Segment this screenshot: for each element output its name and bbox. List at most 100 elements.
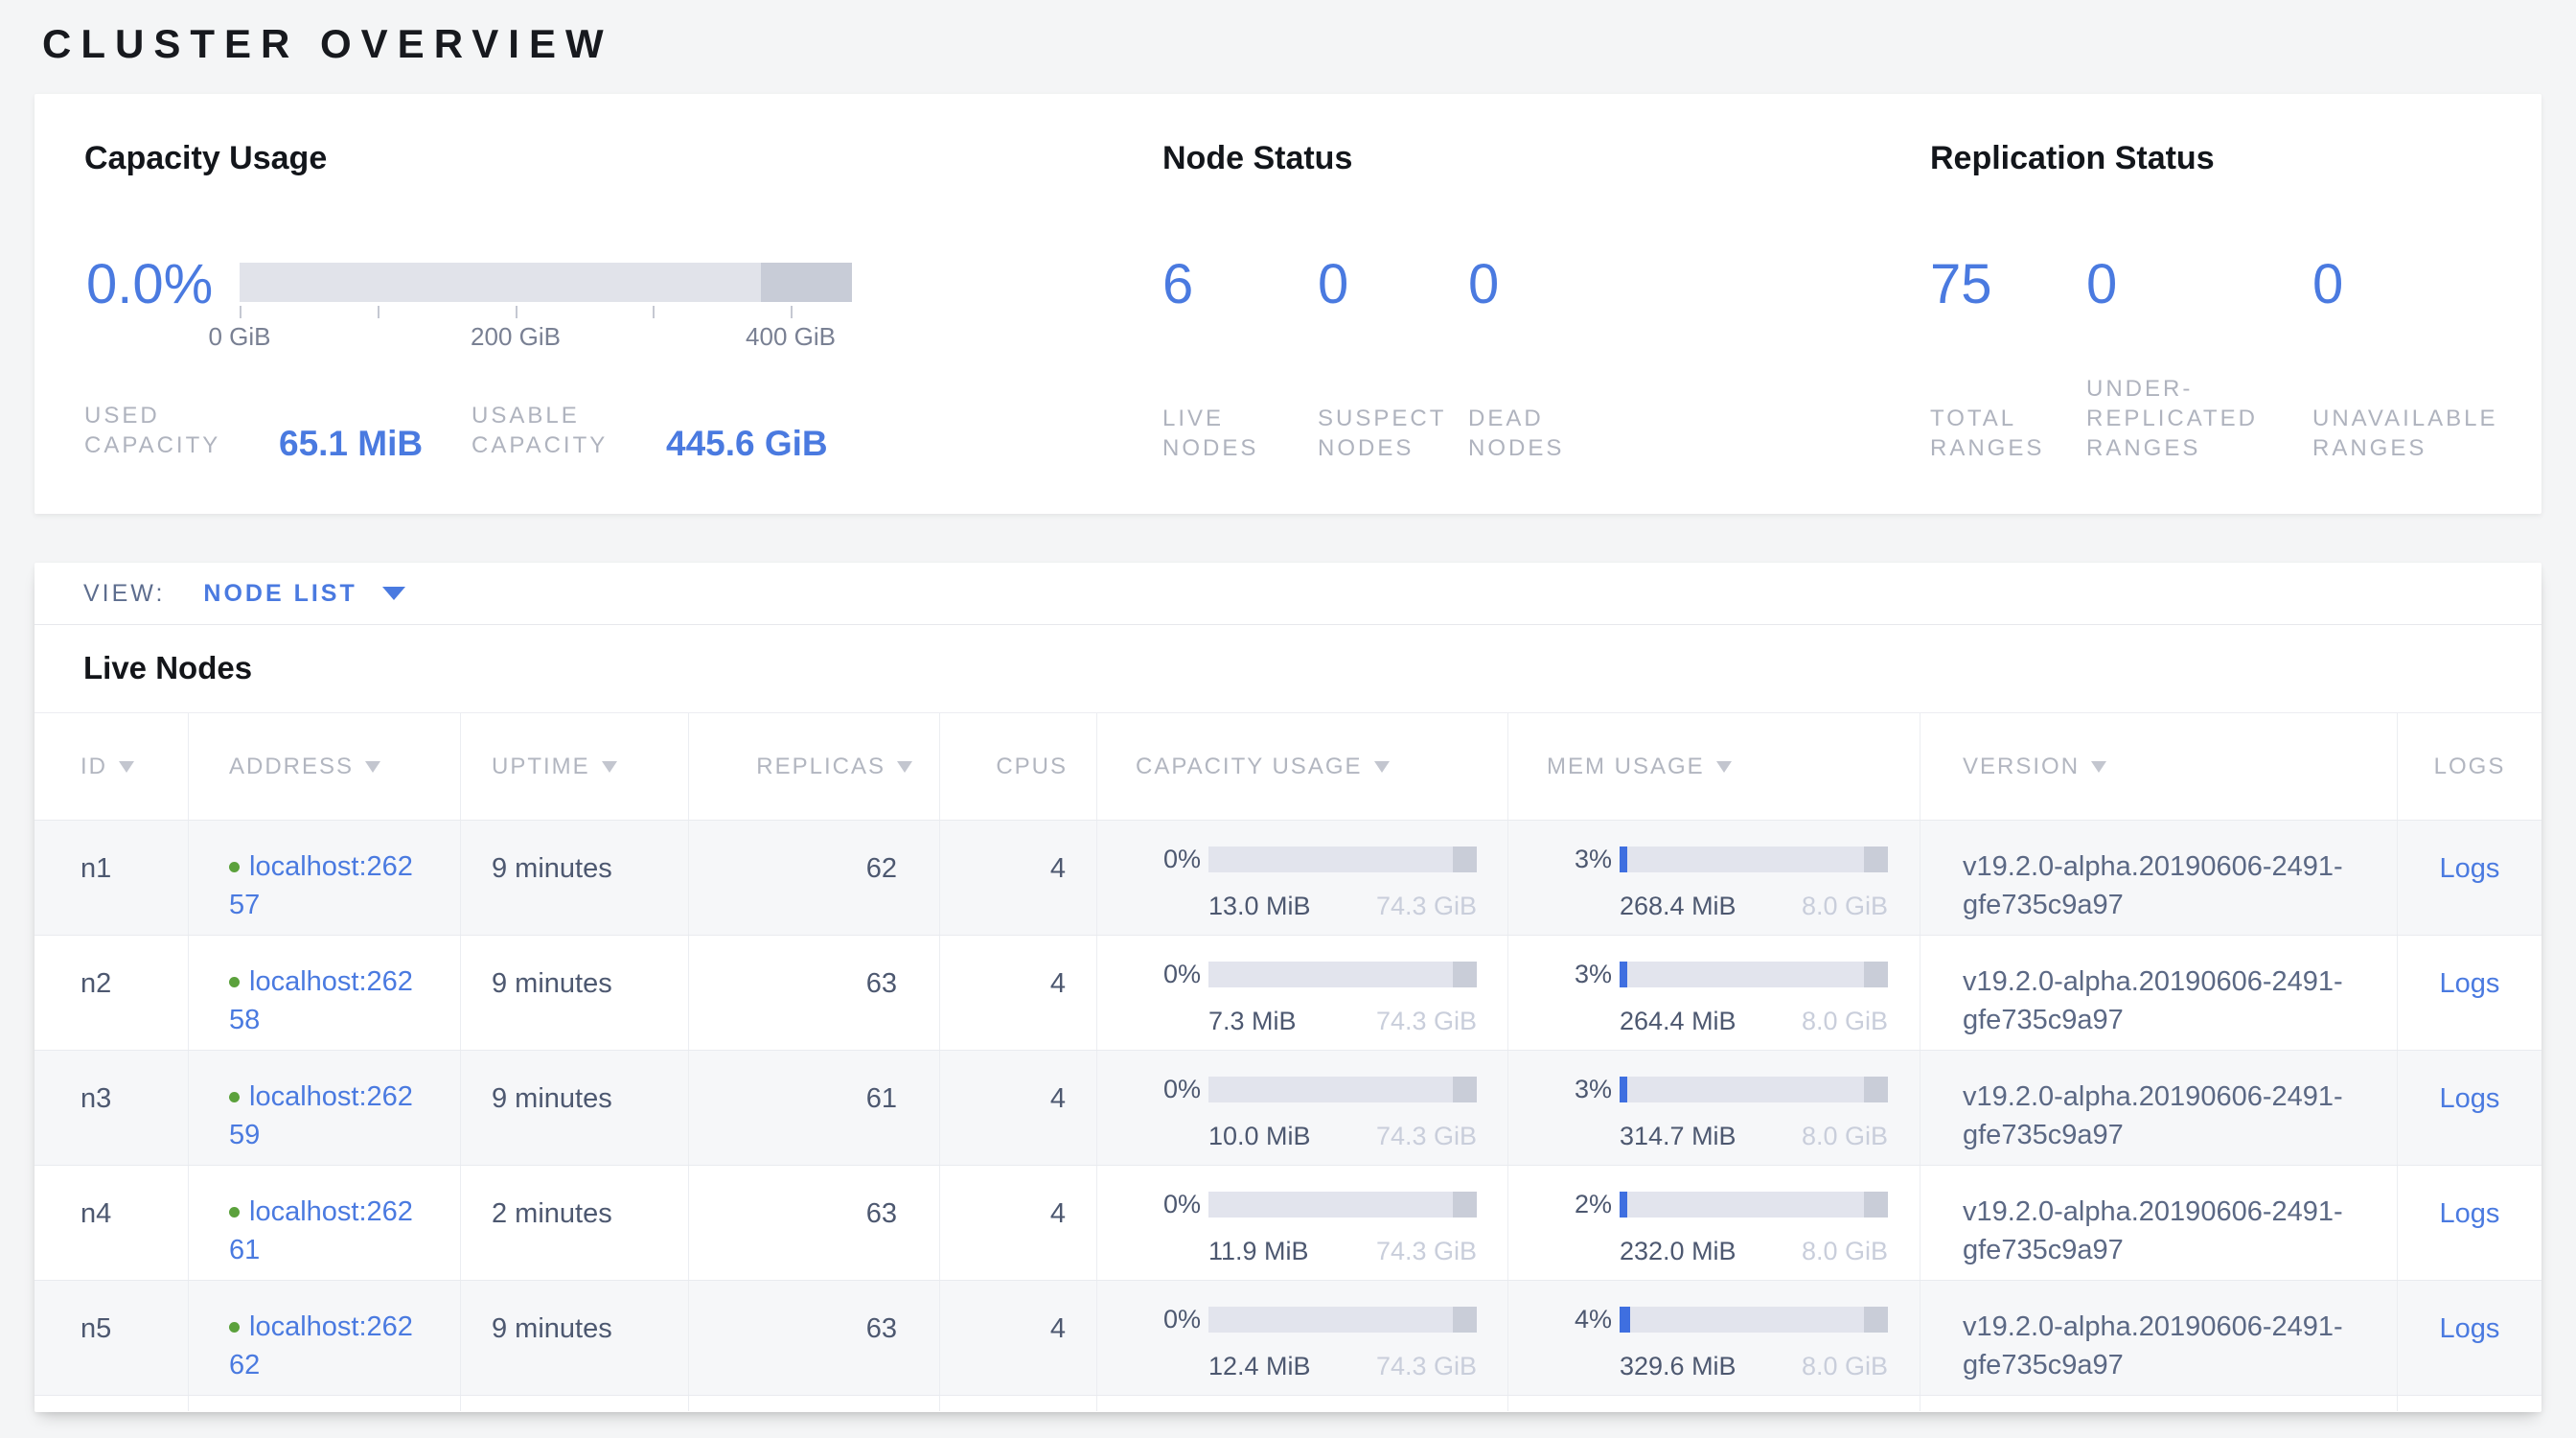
- sort-desc-icon: [1716, 761, 1732, 773]
- axis-tick-label: 400 GiB: [746, 322, 836, 352]
- mem-bar-other-segment: [1864, 1077, 1888, 1102]
- logs-link[interactable]: Logs: [2440, 1313, 2500, 1344]
- capacity-total-value: 74.3 GiB: [1376, 1347, 1477, 1385]
- column-header-uptime[interactable]: UPTIME: [461, 713, 689, 820]
- axis-tick: [516, 306, 518, 318]
- node-version-cell: v19.2.0-alpha.20190606-2491-gfe735c9a97: [1920, 1051, 2398, 1165]
- node-mem-cell: 2% 232.0 MiB8.0 GiB: [1508, 1166, 1920, 1280]
- mem-total-value: 8.0 GiB: [1802, 1002, 1888, 1040]
- node-capacity-cell: 0% 13.0 MiB74.3 GiB: [1097, 821, 1508, 935]
- mem-bar: [1620, 1307, 1888, 1333]
- node-address-link[interactable]: localhost:26259: [229, 1081, 413, 1150]
- capacity-used-value: 12.4 MiB: [1208, 1347, 1311, 1385]
- capacity-bar: [1208, 1077, 1477, 1102]
- capacity-total-value: 74.3 GiB: [1376, 1232, 1477, 1270]
- node-logs-cell: Logs: [2398, 936, 2542, 1050]
- mem-percent: 3%: [1508, 1070, 1612, 1108]
- node-cpus-cell: 4: [940, 1051, 1097, 1165]
- column-header-version[interactable]: VERSION: [1920, 713, 2398, 820]
- mem-total-value: 8.0 GiB: [1802, 1347, 1888, 1385]
- column-header-logs: LOGS: [2398, 713, 2542, 820]
- node-live-status-icon: [229, 1092, 240, 1102]
- capacity-total-value: 74.3 GiB: [1376, 1117, 1477, 1155]
- column-header-mem-usage[interactable]: MEM USAGE: [1508, 713, 1920, 820]
- node-uptime-cell: 9 minutes: [461, 1051, 689, 1165]
- mem-total-value: 8.0 GiB: [1802, 1117, 1888, 1155]
- node-logs-cell: Logs: [2398, 821, 2542, 935]
- node-address-link[interactable]: localhost:26258: [229, 966, 413, 1035]
- column-header-id[interactable]: ID: [34, 713, 189, 820]
- logs-link[interactable]: Logs: [2440, 1198, 2500, 1229]
- node-uptime-cell: 9 minutes: [461, 1281, 689, 1395]
- node-address-link[interactable]: localhost:26262: [229, 1311, 413, 1380]
- node-logs-cell: Logs: [2398, 1051, 2542, 1165]
- live-nodes-table: ID ADDRESS UPTIME REPLICAS CPUS CAPACITY…: [34, 712, 2542, 1411]
- node-live-status-icon: [229, 862, 240, 872]
- mem-bar-fill: [1620, 1192, 1627, 1218]
- view-label: VIEW:: [83, 580, 165, 608]
- used-capacity-stat: USED CAPACITY 65.1 MiB: [84, 401, 423, 460]
- capacity-bar-other-segment: [1453, 1077, 1477, 1102]
- node-replicas-cell: 63: [689, 1166, 940, 1280]
- capacity-total-value: 74.3 GiB: [1376, 1002, 1477, 1040]
- logs-link[interactable]: Logs: [2440, 853, 2500, 884]
- mem-total-value: 8.0 GiB: [1802, 1232, 1888, 1270]
- node-id-cell: n4: [34, 1166, 189, 1280]
- column-header-capacity-usage[interactable]: CAPACITY USAGE: [1097, 713, 1508, 820]
- logs-link[interactable]: Logs: [2440, 968, 2500, 999]
- used-capacity-label: USED CAPACITY: [84, 401, 262, 460]
- node-live-status-icon: [229, 977, 240, 987]
- mem-bar-fill: [1620, 847, 1627, 872]
- node-cpus-cell: 4: [940, 1166, 1097, 1280]
- node-address-link[interactable]: localhost:26261: [229, 1196, 413, 1265]
- node-address-cell: localhost:26262: [189, 1281, 461, 1395]
- node-address-link[interactable]: localhost:26257: [229, 851, 413, 920]
- mem-bar: [1620, 962, 1888, 987]
- sort-desc-icon: [602, 761, 617, 773]
- logs-link[interactable]: Logs: [2440, 1083, 2500, 1114]
- capacity-percent: 0%: [1097, 1185, 1201, 1223]
- node-version-cell: v19.2.0-alpha.20190606-2491-gfe735c9a97: [1920, 1166, 2398, 1280]
- mem-total-value: 8.0 GiB: [1802, 887, 1888, 925]
- sort-desc-icon: [119, 761, 134, 773]
- mem-used-value: 268.4 MiB: [1620, 887, 1736, 925]
- capacity-percent: 0%: [1097, 955, 1201, 993]
- capacity-used-percent: 0.0%: [86, 257, 213, 313]
- live-nodes-header: Live Nodes: [34, 625, 2542, 712]
- table-row-partial: [34, 1395, 2542, 1411]
- node-replicas-cell: 61: [689, 1051, 940, 1165]
- table-row: n1 localhost:26257 9 minutes 62 4 0% 13.…: [34, 820, 2542, 935]
- mem-bar-fill: [1620, 1077, 1627, 1102]
- mem-bar-fill: [1620, 1307, 1630, 1333]
- used-capacity-value: 65.1 MiB: [279, 424, 423, 464]
- node-list-card: VIEW: NODE LIST Live Nodes ID ADDRESS UP…: [34, 563, 2542, 1412]
- axis-tick: [240, 306, 242, 318]
- node-address-cell: localhost:26259: [189, 1051, 461, 1165]
- live-nodes-count: 6: [1162, 257, 1193, 313]
- mem-bar-other-segment: [1864, 962, 1888, 987]
- node-status-title: Node Status: [1162, 140, 1352, 177]
- node-uptime-cell: 9 minutes: [461, 936, 689, 1050]
- column-header-address[interactable]: ADDRESS: [189, 713, 461, 820]
- view-selector-dropdown[interactable]: NODE LIST: [203, 580, 404, 608]
- node-capacity-cell: 0% 12.4 MiB 74.3 GiB: [1097, 1281, 1508, 1395]
- mem-bar-fill: [1620, 962, 1627, 987]
- node-version-cell: v19.2.0-alpha.20190606-2491-gfe735c9a97: [1920, 936, 2398, 1050]
- view-selected-value: NODE LIST: [203, 580, 356, 608]
- live-nodes-label: LIVE NODES: [1162, 370, 1297, 463]
- total-ranges-label: TOTAL RANGES: [1930, 370, 2074, 463]
- mem-percent: 2%: [1508, 1185, 1612, 1223]
- table-header-row: ID ADDRESS UPTIME REPLICAS CPUS CAPACITY…: [34, 712, 2542, 820]
- node-replicas-cell: 62: [689, 821, 940, 935]
- column-header-replicas[interactable]: REPLICAS: [689, 713, 940, 820]
- mem-percent: 3%: [1508, 840, 1612, 878]
- capacity-percent: 0%: [1097, 1300, 1201, 1338]
- unavailable-ranges-label: UNAVAILABLE RANGES: [2312, 370, 2552, 463]
- usable-capacity-value: 445.6 GiB: [666, 424, 828, 464]
- axis-tick: [791, 306, 793, 318]
- node-cpus-cell: 4: [940, 1281, 1097, 1395]
- node-address-cell: localhost:26258: [189, 936, 461, 1050]
- capacity-total-value: 74.3 GiB: [1376, 887, 1477, 925]
- node-mem-cell: 3% 314.7 MiB8.0 GiB: [1508, 1051, 1920, 1165]
- capacity-bar-other-segment: [1453, 1192, 1477, 1218]
